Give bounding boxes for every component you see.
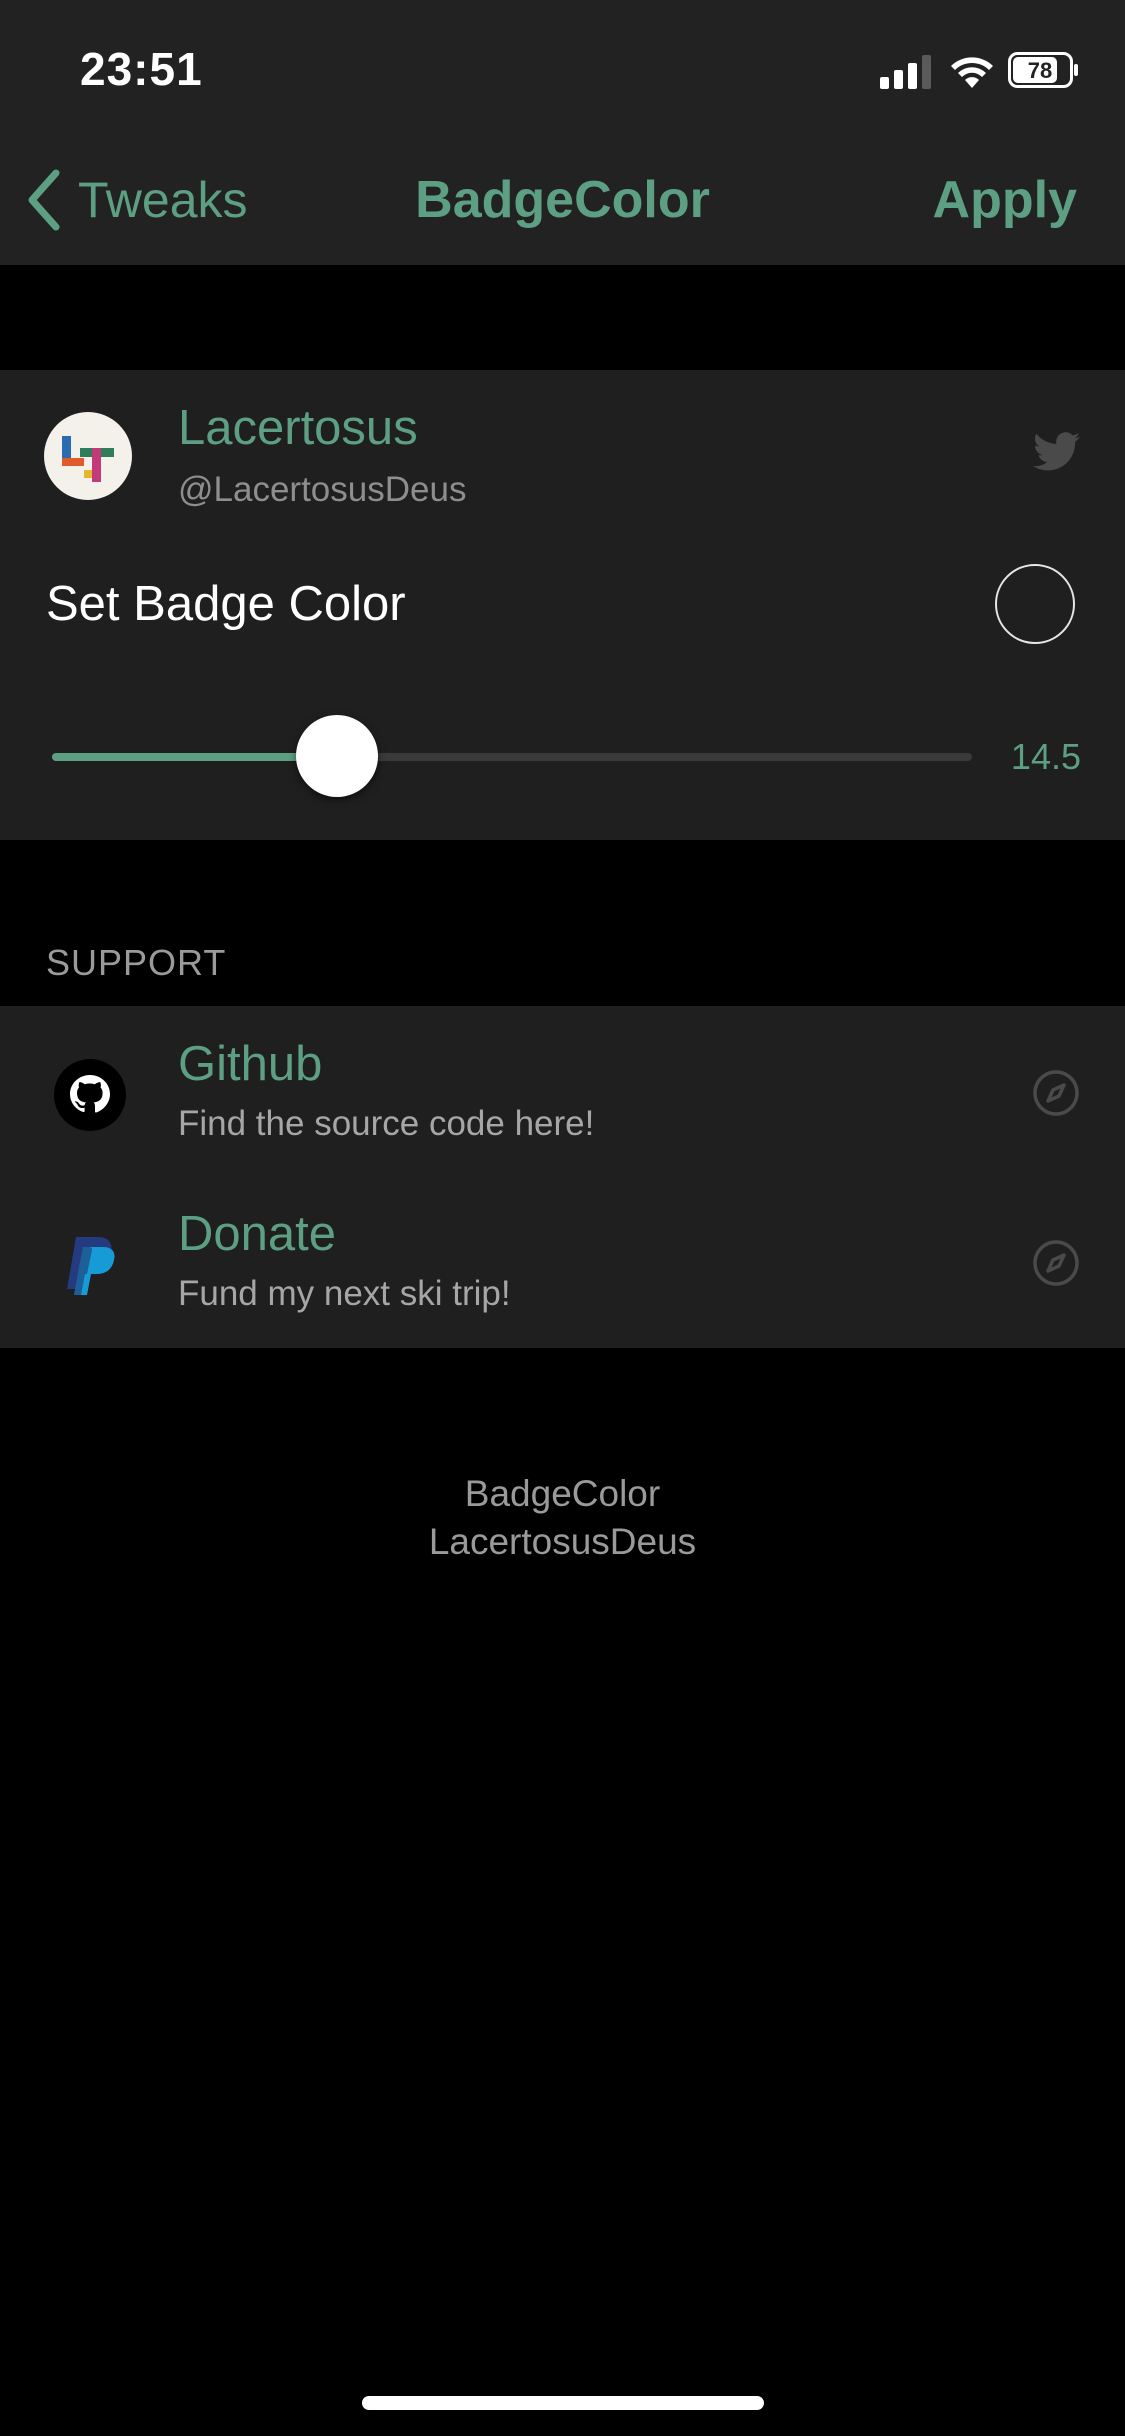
avatar[interactable] [44,412,132,500]
settings-group: Lacertosus @LacertosusDeus Set Badge Col… [0,370,1125,840]
footer-app-name: BadgeColor [464,1473,661,1514]
github-title: Github [178,1037,323,1091]
lt-logo-icon [62,436,114,482]
slider-thumb[interactable] [296,715,379,797]
cellular-signal-icon [880,55,931,89]
donate-link-row[interactable]: Donate Fund my next ski trip! [0,1176,1125,1346]
status-time: 23:51 [80,43,203,95]
top-bar: 23:51 78 Tweaks BadgeColor Apply [0,0,1125,265]
github-subtitle: Find the source code here! [178,1104,595,1143]
github-link-row[interactable]: Github Find the source code here! [0,1006,1125,1176]
paypal-icon [67,1237,115,1295]
home-indicator[interactable] [362,2396,764,2410]
badge-color-picker[interactable] [995,564,1075,644]
wifi-icon [951,57,993,88]
battery-icon: 78 [1008,52,1078,88]
donate-subtitle: Fund my next ski trip! [178,1274,511,1313]
footer-author: LacertosusDeus [428,1521,697,1562]
badge-slider[interactable] [52,715,972,797]
support-section-header: SUPPORT [46,942,227,983]
set-badge-color-label: Set Badge Color [46,577,406,631]
support-group: Github Find the source code here! Donate… [0,1006,1125,1348]
donate-title: Donate [178,1207,337,1261]
profile-handle: @LacertosusDeus [178,470,467,509]
compass-icon [1033,1240,1079,1286]
twitter-icon[interactable] [1033,432,1081,472]
github-icon [54,1059,126,1131]
battery-level: 78 [1028,58,1052,83]
chevron-left-icon [28,169,60,231]
back-label: Tweaks [78,172,248,228]
profile-name[interactable]: Lacertosus [178,400,418,456]
compass-icon [1033,1070,1079,1116]
back-button[interactable]: Tweaks [24,160,248,240]
slider-value: 14.5 [1010,736,1081,777]
footer: BadgeColor LacertosusDeus [0,1470,1125,1566]
slider-fill [52,753,338,761]
apply-button[interactable]: Apply [933,170,1077,230]
